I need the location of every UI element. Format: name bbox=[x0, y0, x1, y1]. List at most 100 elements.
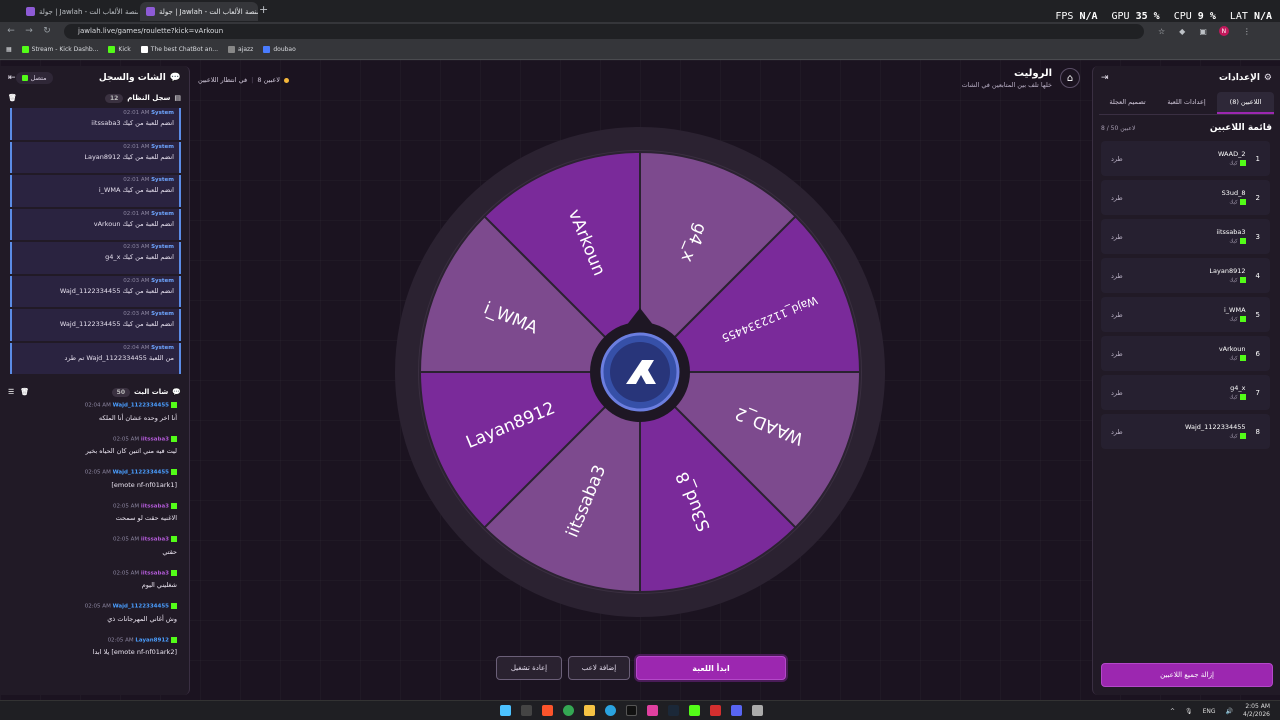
bookmark-item[interactable]: The best ChatBot an... bbox=[140, 46, 218, 53]
live-chat-count: 50 bbox=[111, 387, 130, 397]
back-icon[interactable]: ← bbox=[4, 26, 18, 36]
windows-start-icon[interactable] bbox=[500, 705, 511, 716]
chat-message: 02:05 AM Wajd_1122334455 وش أغاني المهرجا… bbox=[84, 603, 177, 623]
live-chat-list: 02:04 AM Wajd_1122334455 أنا اخر وحده عشا… bbox=[0, 400, 189, 668]
kick-player-button[interactable]: طرد bbox=[1111, 233, 1123, 241]
player-number: 2 bbox=[1255, 193, 1260, 202]
kick-icon bbox=[1239, 238, 1246, 245]
search-icon[interactable] bbox=[521, 705, 532, 716]
player-row: طرد Wajd_1122334455 كيك 8 bbox=[1101, 414, 1270, 449]
folder-icon[interactable] bbox=[584, 705, 595, 716]
clock[interactable]: 2:05 AM 4/2/2026 bbox=[1243, 703, 1270, 719]
platform-label: كيك bbox=[1229, 316, 1238, 323]
tab-wheel-design[interactable]: تصميم العجلة bbox=[1099, 92, 1156, 114]
system-message: 02:01 AM System vArkoun انضم للعبة من كيك bbox=[10, 208, 181, 240]
player-row: طرد i_WMA كيك 5 bbox=[1101, 297, 1270, 332]
language-indicator[interactable]: ENG bbox=[1203, 708, 1216, 715]
player-list-header: 8 / 50 لاعبين قائمة اللاعبين bbox=[1093, 115, 1280, 137]
microphone-icon[interactable]: 🎙 bbox=[1185, 708, 1193, 715]
kick-icon[interactable] bbox=[689, 705, 700, 716]
bookmark-item[interactable]: Kick bbox=[108, 46, 131, 53]
remove-all-players-button[interactable]: إزالة جميع اللاعبين bbox=[1101, 663, 1273, 687]
player-name: Wajd_1122334455 bbox=[1185, 423, 1246, 432]
kick-icon bbox=[1239, 316, 1246, 323]
extensions-icon[interactable]: ◆ bbox=[1179, 27, 1185, 36]
chrome-icon[interactable] bbox=[563, 705, 574, 716]
chatbot-icon bbox=[140, 46, 148, 53]
system-message: 02:03 AM System g4_x انضم للعبة من كيك bbox=[10, 242, 181, 274]
delete-chat-icon[interactable]: 🗑 bbox=[20, 388, 29, 396]
system-tray: ^ 🎙 ENG 🔊 2:05 AM 4/2/2026 bbox=[1170, 703, 1270, 719]
browser-tab-active[interactable]: جولة | Jawlah - منصة الألعاب الت× bbox=[140, 2, 258, 21]
kick-player-button[interactable]: طرد bbox=[1111, 389, 1123, 397]
system-log-count: 12 bbox=[104, 93, 124, 103]
chat-panel-title: الشات والسجل bbox=[98, 73, 166, 83]
start-game-button[interactable]: ابدأ اللعبة bbox=[636, 656, 786, 680]
app-root: ⇤ متصل الشات والسجل 💬 🗑 12 سجل النظام ▤ … bbox=[0, 60, 1280, 700]
kick-icon bbox=[1239, 160, 1246, 167]
player-name: vArkoun bbox=[1218, 345, 1246, 354]
roulette-wheel[interactable]: vArkoun g4_xWajd_1122334455WAAD_2S3ud_8ii… bbox=[390, 122, 890, 622]
apps-icon[interactable]: ▦ bbox=[6, 46, 12, 53]
browser-tab[interactable]: جولة | Jawlah - منصة الألعاب الت× bbox=[20, 2, 138, 21]
kick-icon bbox=[171, 435, 177, 442]
tab-players[interactable]: اللاعبين (8) bbox=[1217, 92, 1274, 114]
bookmark-item[interactable]: ajazz bbox=[228, 46, 253, 53]
kick-player-button[interactable]: طرد bbox=[1111, 428, 1123, 436]
kick-player-button[interactable]: طرد bbox=[1111, 311, 1123, 319]
chat-bubble-icon: 💬 bbox=[169, 73, 181, 83]
kick-player-button[interactable]: طرد bbox=[1111, 155, 1123, 163]
new-tab-button[interactable]: + bbox=[259, 3, 268, 16]
log-icon: ▤ bbox=[174, 94, 181, 102]
platform-label: كيك bbox=[1229, 433, 1238, 440]
system-message: 02:01 AM System i_WMA انضم للعبة من كيك bbox=[10, 175, 181, 207]
add-player-button[interactable]: إضافة لاعب bbox=[568, 656, 630, 680]
bookmark-item[interactable]: Stream - Kick Dashb... bbox=[21, 46, 98, 53]
tab-game-settings[interactable]: إعدادات اللعبة bbox=[1158, 92, 1215, 114]
chat-panel-header: ⇤ متصل الشات والسجل 💬 bbox=[0, 66, 189, 90]
filter-icon[interactable]: ☰ bbox=[8, 388, 14, 396]
app-icon[interactable] bbox=[647, 705, 658, 716]
player-name: Layan8912 bbox=[1209, 267, 1246, 276]
system-log-header: 🗑 12 سجل النظام ▤ bbox=[0, 90, 189, 106]
player-number: 8 bbox=[1255, 427, 1260, 436]
game-header: ⌂ الروليت خلها تلف بين المتابعين في الشا… bbox=[962, 68, 1080, 89]
kick-icon bbox=[171, 536, 177, 542]
chevron-up-icon[interactable]: ^ bbox=[1170, 708, 1175, 715]
taskbar-apps bbox=[500, 705, 763, 716]
player-row: طرد iitssaba3 كيك 3 bbox=[1101, 219, 1270, 254]
kick-player-button[interactable]: طرد bbox=[1111, 272, 1123, 280]
telegram-icon[interactable] bbox=[605, 705, 616, 716]
app-icon[interactable] bbox=[752, 705, 763, 716]
collapse-panel-icon[interactable]: ⇤ bbox=[8, 73, 16, 83]
profile-avatar[interactable]: N bbox=[1218, 26, 1229, 36]
steam-icon[interactable] bbox=[668, 705, 679, 716]
forward-icon[interactable]: → bbox=[22, 26, 36, 36]
reload-icon[interactable]: ↻ bbox=[40, 26, 54, 36]
url-input[interactable]: jawlah.live/games/roulette?kick=vArkoun bbox=[64, 23, 1144, 39]
puzzle-icon[interactable]: ▣ bbox=[1199, 27, 1207, 36]
brave-icon[interactable] bbox=[542, 705, 553, 716]
kick-icon bbox=[171, 603, 177, 609]
kick-player-button[interactable]: طرد bbox=[1111, 194, 1123, 202]
system-message: 02:04 AM System تم طرد Wajd_1122334455 من… bbox=[10, 342, 181, 374]
home-button[interactable]: ⌂ bbox=[1060, 68, 1080, 88]
kick-player-button[interactable]: طرد bbox=[1111, 350, 1123, 358]
app-icon[interactable] bbox=[710, 705, 721, 716]
bookmark-item[interactable]: doubao bbox=[263, 46, 296, 53]
system-message: 02:01 AM System iitssaba3 انضم للعبة من ك… bbox=[10, 108, 181, 140]
volume-icon[interactable]: 🔊 bbox=[1226, 708, 1233, 715]
tiktok-icon[interactable] bbox=[626, 705, 637, 716]
menu-icon[interactable]: ⋮ bbox=[1243, 27, 1251, 36]
star-icon[interactable]: ☆ bbox=[1158, 27, 1165, 36]
platform-label: كيك bbox=[1229, 238, 1238, 245]
game-controls: إعادة تشغيل إضافة لاعب ابدأ اللعبة bbox=[496, 656, 786, 680]
player-name: iitssaba3 bbox=[1216, 228, 1246, 237]
collapse-panel-icon[interactable]: ⇥ bbox=[1101, 73, 1109, 83]
restart-button[interactable]: إعادة تشغيل bbox=[496, 656, 562, 680]
gear-icon: ⚙ bbox=[1263, 73, 1272, 83]
address-bar-row: ← → ↻ jawlah.live/games/roulette?kick=vA… bbox=[0, 22, 1280, 40]
kick-icon bbox=[171, 469, 177, 475]
discord-icon[interactable] bbox=[731, 705, 742, 716]
delete-log-icon[interactable]: 🗑 bbox=[8, 94, 17, 102]
